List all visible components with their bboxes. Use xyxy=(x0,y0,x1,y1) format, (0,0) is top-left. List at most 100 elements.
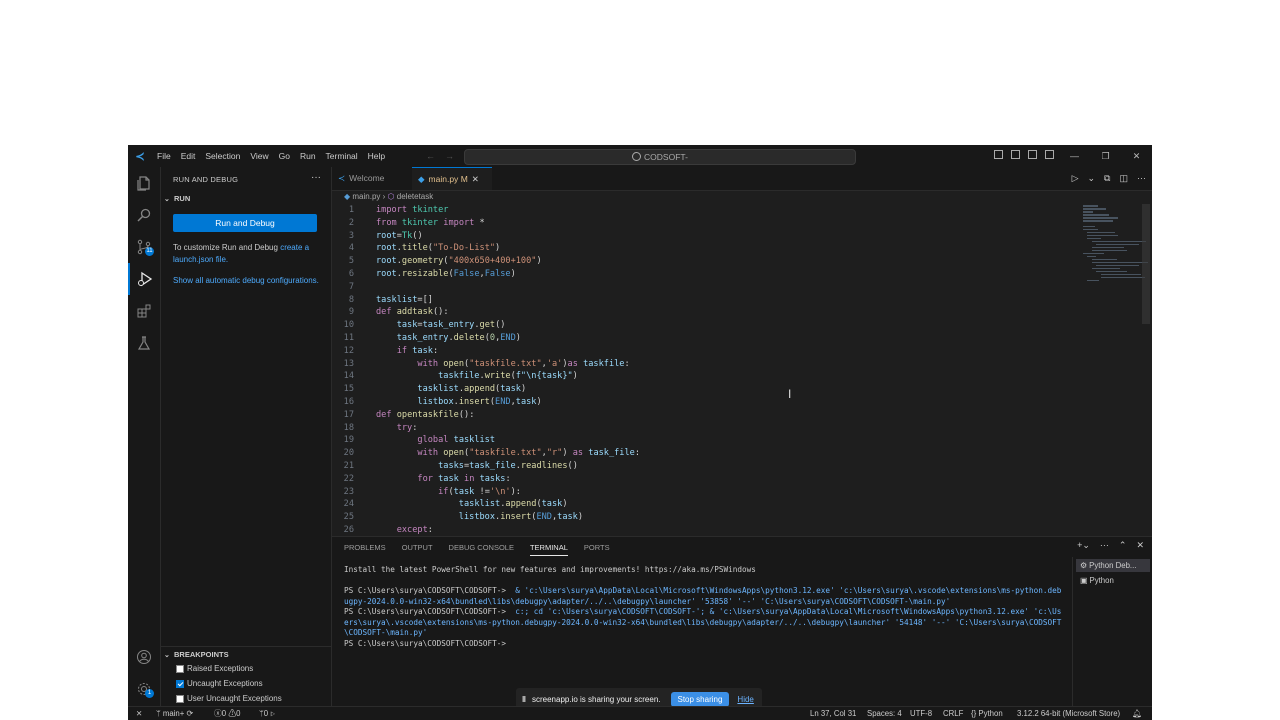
code-line[interactable]: 6 root.resizable(False,False) xyxy=(332,268,516,281)
sync-icon[interactable]: ⟳ xyxy=(186,709,193,718)
menu-view[interactable]: View xyxy=(245,145,273,167)
end-of-line[interactable]: CRLF xyxy=(943,707,963,720)
toggle-secondary-sidebar-icon[interactable] xyxy=(1028,150,1037,159)
extensions-icon[interactable] xyxy=(128,295,160,327)
more-actions-icon[interactable]: ··· xyxy=(1137,167,1146,190)
menu-help[interactable]: Help xyxy=(363,145,390,167)
code-editor[interactable]: 1 import tkinter 2 from tkinter import * 3 ro… xyxy=(332,204,1072,537)
breakpoints-section-header[interactable]: ⌄ BREAKPOINTS xyxy=(164,650,229,659)
run-section-header[interactable]: ⌄ RUN xyxy=(164,194,190,203)
checkbox-checked[interactable] xyxy=(176,679,184,688)
code-line[interactable]: 19 global tasklist xyxy=(332,434,495,447)
code-line[interactable]: 15 tasklist.append(task) xyxy=(332,383,526,396)
menu-edit[interactable]: Edit xyxy=(176,145,201,167)
testing-icon[interactable] xyxy=(128,327,160,359)
customize-layout-icon[interactable] xyxy=(1045,150,1054,159)
toggle-panel-icon[interactable] xyxy=(1011,150,1020,159)
code-line[interactable]: 12 if task: xyxy=(332,345,439,358)
menu-run[interactable]: Run xyxy=(295,145,321,167)
tab-problems[interactable]: PROBLEMS xyxy=(344,543,386,556)
explorer-icon[interactable] xyxy=(128,167,160,199)
terminal-python-debug[interactable]: ⚙ Python Deb... xyxy=(1076,559,1150,572)
code-line[interactable]: 4 root.title("To-Do-List") xyxy=(332,242,500,255)
stop-sharing-button[interactable]: Stop sharing xyxy=(670,691,730,707)
code-line[interactable]: 18 try: xyxy=(332,422,418,435)
search-icon[interactable] xyxy=(128,199,160,231)
python-interpreter[interactable]: 3.12.2 64-bit (Microsoft Store) xyxy=(1017,707,1120,720)
code-line[interactable]: 22 for task in tasks: xyxy=(332,473,511,486)
code-line[interactable]: 7 xyxy=(332,281,376,294)
chevron-down-icon[interactable]: ⌄ xyxy=(1088,167,1096,190)
checkbox[interactable] xyxy=(176,664,184,673)
menu-go[interactable]: Go xyxy=(274,145,295,167)
language-mode[interactable]: {} Python xyxy=(971,707,1003,720)
code-line[interactable]: 13 with open("taskfile.txt",'a')as taskf… xyxy=(332,358,630,371)
tab-output[interactable]: OUTPUT xyxy=(402,543,433,556)
code-line[interactable]: 24 tasklist.append(task) xyxy=(332,498,568,511)
ports-status[interactable]: ᛘ0 ▷ xyxy=(259,707,275,720)
code-line[interactable]: 25 listbox.insert(END,task) xyxy=(332,511,583,524)
run-debug-icon[interactable] xyxy=(128,263,160,295)
branch-status[interactable]: ᛘ main+ ⟳ xyxy=(156,707,193,720)
code-line[interactable]: 26 except: xyxy=(332,524,433,537)
code-line[interactable]: 11 task_entry.delete(0,END) xyxy=(332,332,521,345)
code-line[interactable]: 8 tasklist=[] xyxy=(332,294,433,307)
close-icon[interactable]: ✕ xyxy=(1136,540,1144,551)
nav-arrows[interactable]: ←→ xyxy=(426,145,464,167)
hide-link[interactable]: Hide xyxy=(737,695,753,704)
tab-ports[interactable]: PORTS xyxy=(584,543,610,556)
tab-terminal[interactable]: TERMINAL xyxy=(529,543,568,556)
close-icon[interactable]: ✕ xyxy=(472,174,479,184)
maximize-panel-icon[interactable]: ⌃ xyxy=(1119,540,1127,551)
breakpoint-raised-exceptions[interactable]: Raised Exceptions xyxy=(176,664,253,673)
code-line[interactable]: 9 def addtask(): xyxy=(332,306,449,319)
menu-selection[interactable]: Selection xyxy=(200,145,245,167)
code-line[interactable]: 1 import tkinter xyxy=(332,204,449,217)
more-actions-icon[interactable]: ··· xyxy=(311,172,321,183)
code-line[interactable]: 17 def opentaskfile(): xyxy=(332,409,475,422)
encoding[interactable]: UTF-8 xyxy=(910,707,932,720)
terminal-output[interactable]: Install the latest PowerShell for new fe… xyxy=(344,565,1064,649)
toggle-sidebar-icon[interactable] xyxy=(994,150,1003,159)
more-actions-icon[interactable]: ··· xyxy=(1100,540,1109,551)
terminal-python[interactable]: ▣ Python xyxy=(1076,574,1150,587)
cursor-position[interactable]: Ln 37, Col 31 xyxy=(810,707,856,720)
breakpoint-user-uncaught-exceptions[interactable]: User Uncaught Exceptions xyxy=(176,694,282,703)
problems-status[interactable]: ⓧ0 ⚠0 xyxy=(214,707,240,720)
new-terminal-icon[interactable]: +⌄ xyxy=(1077,540,1090,551)
code-line[interactable]: 5 root.geometry("400x650+400+100") xyxy=(332,255,542,268)
debug-icon[interactable]: ▷ xyxy=(270,709,275,718)
code-line[interactable]: 23 if(task !='\n'): xyxy=(332,486,521,499)
manage-icon[interactable]: 1 xyxy=(128,673,160,705)
code-line[interactable]: 20 with open("taskfile.txt","r") as task… xyxy=(332,447,640,460)
breadcrumb-symbol[interactable]: deletetask xyxy=(397,192,433,201)
account-icon[interactable] xyxy=(128,641,160,673)
run-and-debug-button[interactable]: Run and Debug xyxy=(173,214,317,232)
indentation[interactable]: Spaces: 4 xyxy=(867,707,902,720)
code-line[interactable]: 16 listbox.insert(END,task) xyxy=(332,396,542,409)
checkbox[interactable] xyxy=(176,694,184,703)
split-editor-icon[interactable]: ◫ xyxy=(1119,167,1128,190)
tab-welcome[interactable]: ≺ Welcome xyxy=(332,167,419,190)
show-debug-configs-link[interactable]: Show all automatic debug configurations. xyxy=(173,275,323,287)
minimap[interactable] xyxy=(1083,205,1148,295)
code-line[interactable]: 21 tasks=task_file.readlines() xyxy=(332,460,578,473)
remote-icon[interactable]: ⨯ xyxy=(128,707,150,720)
breadcrumb-file[interactable]: main.py xyxy=(352,192,380,201)
menu-file[interactable]: File xyxy=(152,145,176,167)
close-window-button[interactable]: ✕ xyxy=(1121,145,1152,167)
maximize-button[interactable]: ❐ xyxy=(1090,145,1121,167)
menu-terminal[interactable]: Terminal xyxy=(321,145,363,167)
editor-scrollbar[interactable] xyxy=(1142,204,1150,324)
tab-main-py[interactable]: ◆ main.py M ✕ xyxy=(412,167,492,190)
code-line[interactable]: 10 task=task_entry.get() xyxy=(332,319,506,332)
run-python-file-icon[interactable]: ▷ xyxy=(1072,167,1079,190)
notifications-icon[interactable]: 🔔︎ xyxy=(1132,707,1142,720)
minimize-button[interactable]: — xyxy=(1059,145,1090,167)
code-line[interactable]: 3 root=Tk() xyxy=(332,230,423,243)
command-center[interactable]: CODSOFT- xyxy=(464,149,856,165)
tab-debug-console[interactable]: DEBUG CONSOLE xyxy=(449,543,514,556)
code-line[interactable]: 2 from tkinter import * xyxy=(332,217,485,230)
code-line[interactable]: 14 taskfile.write(f"\n{task}") xyxy=(332,370,578,383)
source-control-icon[interactable]: 11 xyxy=(128,231,160,263)
